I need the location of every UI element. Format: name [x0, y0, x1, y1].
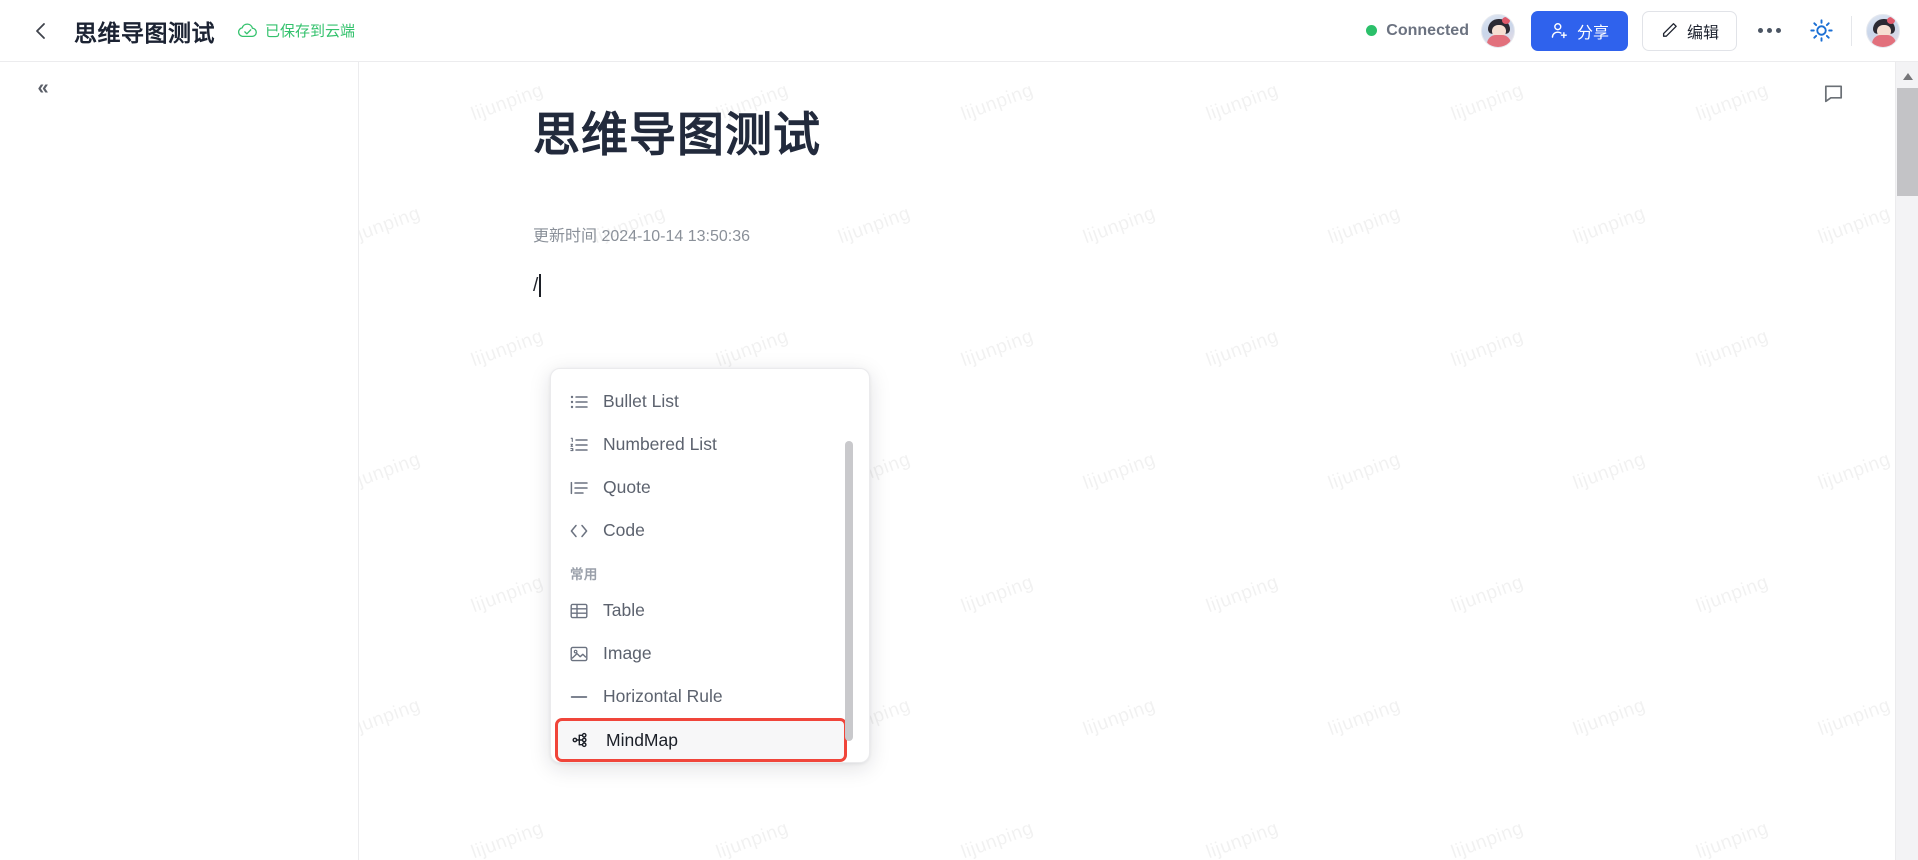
- profile-avatar[interactable]: [1866, 13, 1900, 48]
- slash-menu-item-table[interactable]: Table: [551, 589, 869, 632]
- slash-menu-item-horizontal-rule[interactable]: Horizontal Rule: [551, 675, 869, 718]
- slash-menu-item-label: Numbered List: [603, 434, 717, 454]
- slash-command-text: /: [533, 274, 539, 296]
- share-button-label: 分享: [1576, 24, 1609, 42]
- cloud-check-icon: [237, 22, 257, 37]
- share-user-icon: [1551, 23, 1567, 39]
- slash-command-menu[interactable]: Bullet List Numbered List Quote Code 常用 Table…: [550, 368, 870, 763]
- page-scrollbar[interactable]: [1895, 62, 1918, 860]
- top-bar: 思维导图测试 已保存到云端 Connected 分享 编辑: [0, 0, 1918, 62]
- table-icon: [568, 600, 589, 621]
- numbered-list-icon: [568, 434, 589, 455]
- connection-label: Connected: [1386, 21, 1469, 39]
- page-scroll-thumb[interactable]: [1897, 88, 1918, 196]
- slash-menu-item-label: Table: [603, 600, 645, 620]
- edit-button-label: 编辑: [1686, 24, 1719, 42]
- quote-icon: [568, 477, 589, 498]
- slash-menu-item-drawing-paper[interactable]: Drawing Paper: [551, 762, 869, 763]
- slash-menu-item-label: Image: [603, 643, 652, 663]
- top-bar-actions: Connected 分享 编辑: [1366, 10, 1918, 51]
- sidebar-rail: «: [0, 62, 359, 860]
- edit-button[interactable]: 编辑: [1641, 10, 1737, 51]
- connection-status: Connected: [1366, 22, 1469, 40]
- slash-menu-section-header: 常用: [570, 567, 598, 582]
- slash-menu-item-label: Horizontal Rule: [603, 686, 723, 706]
- text-caret: [539, 274, 541, 297]
- save-status-label: 已保存到云端: [265, 23, 356, 40]
- share-button[interactable]: 分享: [1530, 10, 1628, 51]
- slash-menu-list: Bullet List Numbered List Quote Code 常用 Table…: [551, 380, 869, 762]
- slash-menu-item-image[interactable]: Image: [551, 632, 869, 675]
- document-heading[interactable]: 思维导图测试: [533, 96, 821, 165]
- slash-menu-item-label: Quote: [603, 477, 651, 497]
- status-dot: [1366, 25, 1378, 36]
- slash-menu-scrollbar-thumb[interactable]: [845, 441, 853, 741]
- more-options-button[interactable]: [1749, 11, 1789, 51]
- slash-menu-item-label: MindMap: [606, 729, 678, 750]
- sidebar-collapse-button[interactable]: «: [26, 71, 60, 105]
- page-title: 思维导图测试: [74, 19, 215, 46]
- scroll-up-button[interactable]: [1896, 66, 1918, 86]
- back-button[interactable]: [22, 12, 60, 50]
- slash-menu-item-numbered-list[interactable]: Numbered List: [551, 423, 869, 466]
- slash-menu-item-quote[interactable]: Quote: [551, 466, 869, 509]
- pencil-icon: [1662, 22, 1677, 37]
- document-updated-time: 更新时间 2024-10-14 13:50:36: [533, 228, 751, 245]
- comment-bubble-icon: [1824, 84, 1842, 102]
- bullet-list-icon: [568, 391, 589, 412]
- comment-button[interactable]: [1814, 74, 1852, 112]
- slash-menu-scrollbar-track[interactable]: [845, 441, 861, 741]
- chevron-left-icon: [36, 22, 45, 39]
- horizontal-rule-icon: [568, 686, 589, 707]
- slash-menu-item-label: Bullet List: [603, 391, 679, 411]
- more-horizontal-icon: [1757, 28, 1781, 33]
- image-icon: [568, 643, 589, 664]
- mindmap-icon: [571, 730, 592, 751]
- slash-menu-item-bullet-list[interactable]: Bullet List: [551, 380, 869, 423]
- theme-toggle-button[interactable]: [1801, 11, 1841, 51]
- code-icon: [568, 520, 589, 541]
- sun-icon: [1809, 19, 1833, 42]
- slash-menu-item-label: Code: [603, 520, 645, 540]
- save-status: 已保存到云端: [237, 20, 355, 41]
- document-editor-line[interactable]: /: [533, 274, 541, 297]
- collaborator-avatar[interactable]: [1480, 13, 1515, 48]
- toolbar-divider: [1851, 15, 1852, 46]
- slash-menu-item-mindmap[interactable]: MindMap: [555, 718, 847, 762]
- workspace: lijunping lijunping lijunping lijunping liju…: [0, 62, 1918, 860]
- scroll-up-arrow-icon: [1902, 72, 1913, 80]
- slash-menu-item-code[interactable]: Code: [551, 509, 869, 552]
